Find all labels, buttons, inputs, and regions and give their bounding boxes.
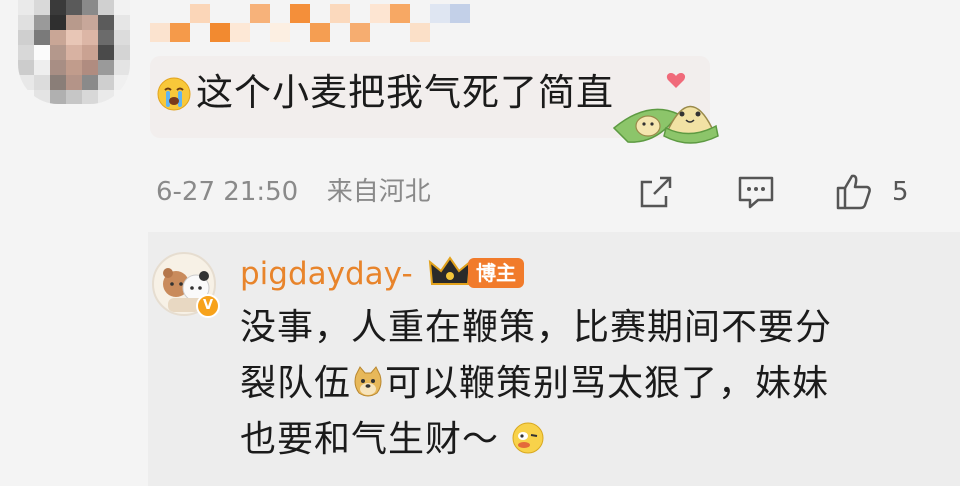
share-icon[interactable] [636,172,676,212]
comment-meta: 6-27 21:50 来自河北 [156,174,431,210]
zongzi-heart-sticker [612,73,719,144]
comment-location: 来自河北 [326,177,431,207]
verified-badge-icon: V [196,294,220,318]
reply-text-line-1: 没事，人重在鞭策，比赛期间不要分 [240,307,833,348]
username-blurred[interactable] [150,4,470,42]
reply-username[interactable]: pigdayday- [240,254,413,294]
reply-text-line-3: 也要和气生财～ [240,418,545,462]
reply-text-segment: 裂队伍 [240,363,352,404]
crying-face-icon [157,77,191,111]
like-count: 5 [892,177,909,207]
reply-text-segment: 可以鞭策别骂太狠了，妹妹 [385,363,830,404]
comment-icon[interactable] [736,172,776,212]
author-badge: 博主 [468,258,524,288]
comment-date: 6-27 21:50 [156,177,299,207]
doge-face-icon [354,366,382,397]
reply-text-line-2: 裂队伍 可以鞭策别骂太狠了，妹妹 [240,362,829,406]
reply-text-segment: 也要和气生财～ [240,419,500,460]
wink-face-icon [512,422,544,454]
like-icon[interactable] [834,172,874,212]
comment-text: 这个小麦把我气死了简直 [196,71,614,114]
crown-icon [428,256,472,285]
avatar-blurred[interactable] [18,0,130,104]
